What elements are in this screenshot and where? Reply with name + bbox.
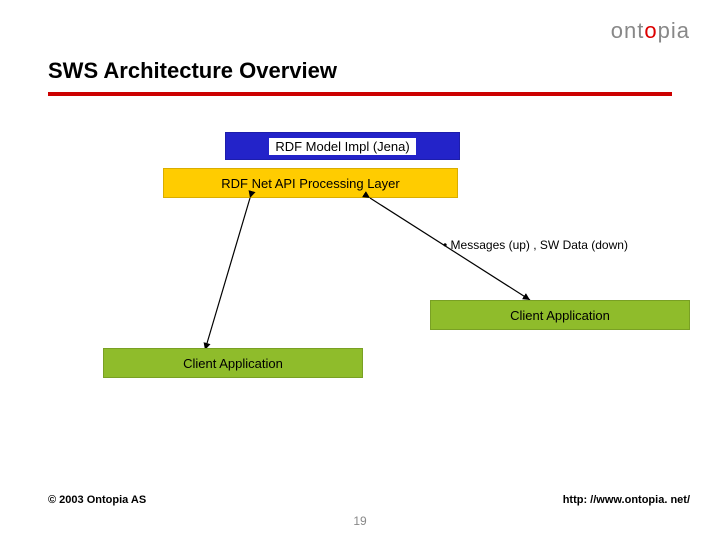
messages-annotation: • Messages (up) , SW Data (down) bbox=[443, 238, 628, 252]
page-title: SWS Architecture Overview bbox=[48, 58, 337, 84]
box-client-application-right: Client Application bbox=[430, 300, 690, 330]
box-client-application-left: Client Application bbox=[103, 348, 363, 378]
box-client-application-right-label: Client Application bbox=[510, 308, 610, 323]
brand-logo: ontopia bbox=[611, 18, 690, 44]
title-underline bbox=[48, 92, 672, 96]
logo-accent: o bbox=[644, 18, 657, 43]
page-number: 19 bbox=[353, 514, 366, 528]
messages-text: Messages (up) , SW Data (down) bbox=[451, 238, 628, 252]
logo-text-2: pia bbox=[658, 18, 690, 43]
box-rdf-net-api: RDF Net API Processing Layer bbox=[163, 168, 458, 198]
box-rdf-net-api-label: RDF Net API Processing Layer bbox=[221, 176, 399, 191]
bullet: • bbox=[443, 238, 451, 252]
footer-copyright: © 2003 Ontopia AS bbox=[48, 494, 146, 506]
box-rdf-model-label: RDF Model Impl (Jena) bbox=[269, 138, 415, 155]
box-client-application-left-label: Client Application bbox=[183, 356, 283, 371]
footer-url: http: //www.ontopia. net/ bbox=[563, 494, 690, 506]
box-rdf-model: RDF Model Impl (Jena) bbox=[225, 132, 460, 160]
logo-text-1: ont bbox=[611, 18, 645, 43]
